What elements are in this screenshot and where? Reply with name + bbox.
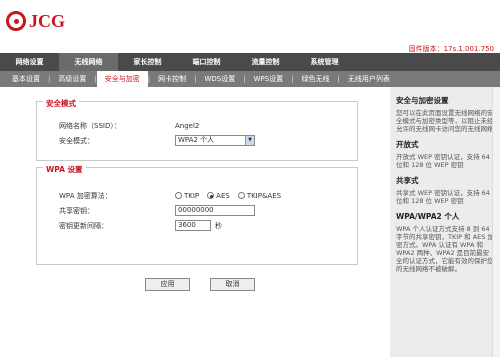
radio-tkip-aes[interactable]: TKIP&AES (237, 191, 282, 200)
sub-nav-security[interactable]: 安全与加密 (96, 71, 148, 87)
sub-nav-green[interactable]: 绿色无线 (294, 71, 338, 87)
main-nav-port[interactable]: 端口控制 (177, 53, 236, 71)
action-buttons: 应用 取消 (145, 278, 275, 291)
radio-button[interactable] (175, 192, 182, 199)
radio-button-selected[interactable] (207, 192, 215, 199)
wpa-settings-section: WPA 设置 WPA 加密算法： TKIP AES TKIP&AES 共享密钥：… (36, 164, 358, 265)
brand-logo: JCG (6, 10, 65, 32)
help-text: WPA 个人认证方式支持 8 到 64 字节的共享密钥，TKIP 和 AES 加… (396, 225, 494, 273)
main-nav: 网络设置 无线网络 家长控制 端口控制 流量控制 系统管理 (0, 53, 500, 71)
sidebar-scrollbar[interactable] (492, 87, 500, 357)
help-title: 安全与加密设置 (396, 96, 449, 105)
logo-icon (6, 11, 26, 31)
help-text: 开放式 WEP 密钥认证，支持 64 位和 128 位 WEP 密钥 (396, 153, 490, 169)
sub-nav-wps[interactable]: WPS设置 (246, 71, 292, 87)
sub-nav-clients[interactable]: 无线用户列表 (340, 71, 398, 87)
wpa-algorithm-label: WPA 加密算法： (59, 191, 112, 200)
security-mode-label: 安全模式： (59, 136, 94, 145)
sub-nav-nic-control[interactable]: 网卡控制 (150, 71, 194, 87)
ssid-value: Angel2 (175, 121, 200, 130)
apply-button[interactable]: 应用 (145, 278, 190, 291)
ssid-label: 网络名称（SSID）： (59, 121, 121, 130)
chevron-down-icon[interactable]: ▼ (245, 136, 254, 145)
radio-aes-label: AES (216, 191, 230, 200)
sub-nav-wds[interactable]: WDS设置 (196, 71, 243, 87)
cancel-button[interactable]: 取消 (210, 278, 255, 291)
radio-tkip-aes-label: TKIP&AES (246, 191, 282, 200)
help-title: WPA/WPA2 个人 (396, 212, 460, 221)
brand-name: JCG (29, 10, 65, 31)
sub-nav: 基本设置 | 高级设置 | 安全与加密 | 网卡控制 | WDS设置 | WPS设置 | 绿… (0, 71, 500, 87)
help-title: 开放式 (396, 140, 419, 149)
main-nav-network[interactable]: 网络设置 (0, 53, 59, 71)
radio-button[interactable] (237, 192, 245, 199)
shared-key-label: 共享密钥： (59, 206, 94, 215)
shared-key-input[interactable]: 00000000 (175, 205, 255, 216)
key-interval-unit: 秒 (215, 221, 222, 230)
security-mode-title: 安全模式 (43, 98, 79, 109)
security-mode-section: 安全模式 网络名称（SSID）： Angel2 安全模式： WPA2 个人 ▼ (36, 98, 358, 161)
sub-nav-basic[interactable]: 基本设置 (4, 71, 48, 87)
radio-aes[interactable]: AES (207, 192, 230, 200)
security-mode-value: WPA2 个人 (178, 136, 215, 144)
main-nav-parental[interactable]: 家长控制 (118, 53, 177, 71)
main-nav-traffic[interactable]: 流量控制 (236, 53, 295, 71)
help-sidebar: 安全与加密设置 您可以在此页面设置无线网络的安全模式与加密类型等，以阻止未经允许… (390, 87, 500, 357)
help-text: 您可以在此页面设置无线网络的安全模式与加密类型等，以阻止未经允许的无线网卡访问您… (396, 109, 494, 133)
sub-nav-advanced[interactable]: 高级设置 (50, 71, 94, 87)
main-nav-system[interactable]: 系统管理 (295, 53, 354, 71)
security-mode-select[interactable]: WPA2 个人 ▼ (175, 135, 255, 146)
key-interval-input[interactable]: 3600 (175, 220, 211, 231)
radio-tkip-label: TKIP (184, 191, 200, 200)
main-content: 安全模式 网络名称（SSID）： Angel2 安全模式： WPA2 个人 ▼ … (36, 98, 358, 271)
help-title: 共享式 (396, 176, 419, 185)
radio-tkip[interactable]: TKIP (175, 192, 199, 200)
key-interval-label: 密钥更新间隔： (59, 221, 108, 230)
wpa-settings-title: WPA 设置 (43, 164, 86, 175)
help-text: 共享式 WEP 密钥认证，支持 64 位和 128 位 WEP 密钥 (396, 189, 490, 205)
main-nav-wireless[interactable]: 无线网络 (59, 53, 118, 71)
